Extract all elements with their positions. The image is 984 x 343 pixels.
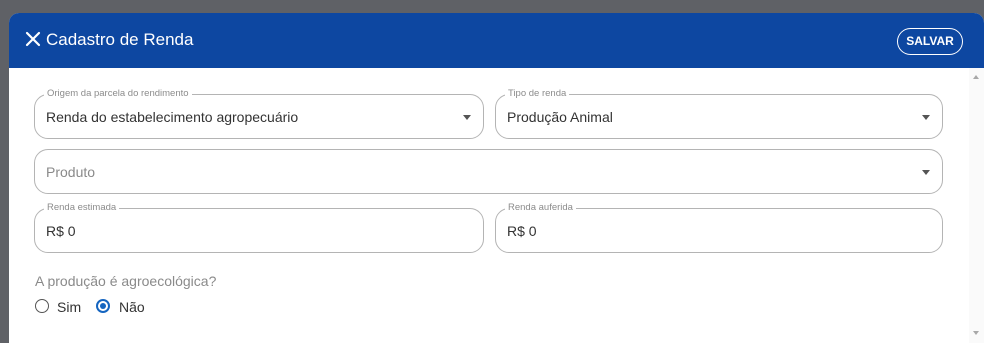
- tipo-renda-select[interactable]: Tipo de renda Produção Animal: [495, 88, 943, 139]
- radio-nao[interactable]: [96, 299, 110, 313]
- income-dialog: Cadastro de Renda SALVAR Origem da parce…: [9, 13, 984, 343]
- renda-auferida-field[interactable]: Renda auferida R$ 0: [495, 202, 943, 253]
- close-icon[interactable]: [25, 31, 41, 47]
- chevron-down-icon: [922, 115, 930, 120]
- scrollbar[interactable]: [969, 68, 984, 343]
- tipo-renda-label: Tipo de renda: [505, 88, 570, 99]
- chevron-down-icon: [922, 170, 930, 175]
- renda-estimada-value: R$ 0: [46, 223, 76, 239]
- radio-nao-dot: [100, 303, 106, 309]
- origem-value: Renda do estabelecimento agropecuário: [46, 109, 299, 125]
- save-button[interactable]: SALVAR: [897, 28, 963, 55]
- renda-auferida-value: R$ 0: [507, 223, 537, 239]
- agroecologica-question: A produção é agroecológica?: [35, 273, 217, 289]
- renda-auferida-label: Renda auferida: [505, 202, 576, 213]
- radio-sim[interactable]: [35, 299, 49, 313]
- tipo-renda-value: Produção Animal: [507, 109, 613, 125]
- radio-sim-label[interactable]: Sim: [57, 299, 81, 315]
- chevron-down-icon: [463, 115, 471, 120]
- produto-placeholder: Produto: [46, 164, 96, 180]
- produto-select[interactable]: Produto: [34, 149, 943, 194]
- origem-label: Origem da parcela do rendimento: [44, 88, 192, 99]
- origem-select[interactable]: Origem da parcela do rendimento Renda do…: [34, 88, 484, 139]
- renda-estimada-field[interactable]: Renda estimada R$ 0: [34, 202, 484, 253]
- scroll-up-icon[interactable]: [973, 75, 979, 79]
- dialog-header: Cadastro de Renda SALVAR: [9, 13, 984, 68]
- dialog-title: Cadastro de Renda: [46, 30, 194, 49]
- radio-nao-label[interactable]: Não: [119, 299, 145, 315]
- renda-estimada-label: Renda estimada: [44, 202, 120, 213]
- scroll-down-icon[interactable]: [973, 331, 979, 335]
